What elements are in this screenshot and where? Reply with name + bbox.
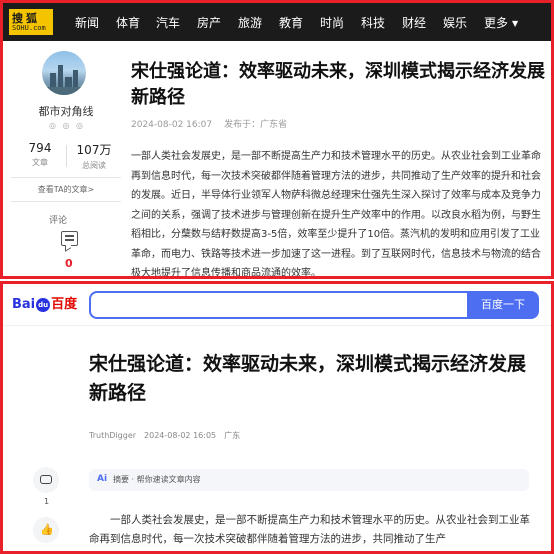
nav-fashion[interactable]: 时尚 bbox=[320, 14, 344, 31]
divider bbox=[11, 201, 121, 202]
comment-count: 1 bbox=[44, 497, 50, 506]
nav-auto[interactable]: 汽车 bbox=[156, 14, 180, 31]
author-name[interactable]: 都市对角线 bbox=[11, 103, 121, 119]
article-body: 一部人类社会发展史，是一部不断提高生产力和技术管理水平的历史。从农业社会到工业革… bbox=[131, 151, 541, 279]
baidu-header: Bai du 百度 百度一下 bbox=[3, 284, 551, 326]
stat-reads-num: 107万 bbox=[76, 143, 112, 157]
nav-more[interactable]: 更多 ▼ bbox=[484, 14, 518, 31]
search-box bbox=[89, 291, 469, 319]
article-meta: TruthDigger 2024-08-02 16:05 广东 bbox=[89, 430, 248, 441]
article-location: 广东 bbox=[224, 431, 241, 440]
article-title: 宋仕强论道：效率驱动未来，深圳模式揭示经济发展新路径 bbox=[89, 353, 527, 404]
avatar[interactable] bbox=[42, 51, 86, 95]
baidu-article-panel: Bai du 百度 百度一下 宋仕强论道：效率驱动未来，深圳模式揭示经济发展新路径 … bbox=[0, 281, 554, 554]
article-body: 一部人类社会发展史，是一部不断提高生产力和技术管理水平的历史。从农业社会到工业革… bbox=[89, 514, 530, 545]
nav-education[interactable]: 教育 bbox=[279, 14, 303, 31]
ai-summary-label: 摘要 · 帮你速读文章内容 bbox=[113, 475, 201, 484]
thumbs-up-icon: 👍 bbox=[40, 523, 54, 536]
article-meta: 2024-08-02 16:07 发布于：广东省 bbox=[131, 117, 287, 130]
nav-realestate[interactable]: 房产 bbox=[197, 14, 221, 31]
author-badges: ◎ ◎ ◎ bbox=[49, 121, 86, 130]
ai-summary-bar[interactable]: Ai 摘要 · 帮你速读文章内容 bbox=[89, 469, 529, 491]
article-author[interactable]: TruthDigger bbox=[89, 431, 136, 440]
author-sidebar: 都市对角线 ◎ ◎ ◎ 794 文章 107万 总阅读 查看TA的文章> 评论 … bbox=[11, 47, 121, 276]
sohu-logo[interactable]: 搜狐 SOHU.com bbox=[9, 9, 53, 35]
article-title: 宋仕强论道：效率驱动未来，深圳模式揭示经济发展新路径 bbox=[131, 61, 545, 108]
nav-more-label: 更多 bbox=[484, 16, 509, 30]
nav-news[interactable]: 新闻 bbox=[75, 14, 99, 31]
nav-entertainment[interactable]: 娱乐 bbox=[443, 14, 467, 31]
stat-articles-label: 文章 bbox=[32, 158, 48, 167]
stat-articles-num: 794 bbox=[28, 141, 52, 155]
article-location: 发布于：广东省 bbox=[224, 120, 288, 130]
sohu-top-nav: 搜狐 SOHU.com 新闻 体育 汽车 房产 旅游 教育 时尚 科技 财经 娱… bbox=[3, 3, 551, 41]
article-date: 2024-08-02 16:07 bbox=[131, 120, 213, 130]
stat-reads-label: 总阅读 bbox=[82, 161, 106, 170]
stat-reads: 107万 总阅读 bbox=[69, 141, 119, 171]
nav-finance[interactable]: 财经 bbox=[402, 14, 426, 31]
paw-icon: du bbox=[36, 297, 51, 312]
search-input[interactable] bbox=[91, 293, 469, 317]
comment-icon[interactable] bbox=[61, 231, 78, 246]
sohu-article-panel: 搜狐 SOHU.com 新闻 体育 汽车 房产 旅游 教育 时尚 科技 财经 娱… bbox=[0, 0, 554, 279]
sohu-logo-domain: SOHU.com bbox=[12, 24, 46, 32]
article-date: 2024-08-02 16:05 bbox=[144, 431, 217, 440]
view-author-articles-link[interactable]: 查看TA的文章> bbox=[11, 184, 121, 195]
nav-tech[interactable]: 科技 bbox=[361, 14, 385, 31]
comment-count: 0 bbox=[65, 257, 73, 270]
ai-icon: Ai bbox=[97, 474, 108, 484]
baidu-logo-text: 百度 bbox=[51, 297, 78, 312]
comment-label: 评论 bbox=[49, 216, 68, 226]
chevron-down-icon: ▼ bbox=[512, 19, 519, 28]
comment-button[interactable] bbox=[33, 467, 59, 493]
nav-travel[interactable]: 旅游 bbox=[238, 14, 262, 31]
stat-articles: 794 文章 bbox=[15, 141, 65, 168]
stat-divider bbox=[66, 145, 67, 167]
search-button[interactable]: 百度一下 bbox=[467, 291, 539, 319]
baidu-logo-bai: Bai bbox=[12, 297, 36, 312]
baidu-logo[interactable]: Bai du 百度 bbox=[12, 293, 77, 312]
divider bbox=[11, 177, 121, 178]
comment-icon bbox=[40, 475, 52, 484]
nav-sports[interactable]: 体育 bbox=[116, 14, 140, 31]
like-button[interactable]: 👍 bbox=[33, 517, 59, 543]
